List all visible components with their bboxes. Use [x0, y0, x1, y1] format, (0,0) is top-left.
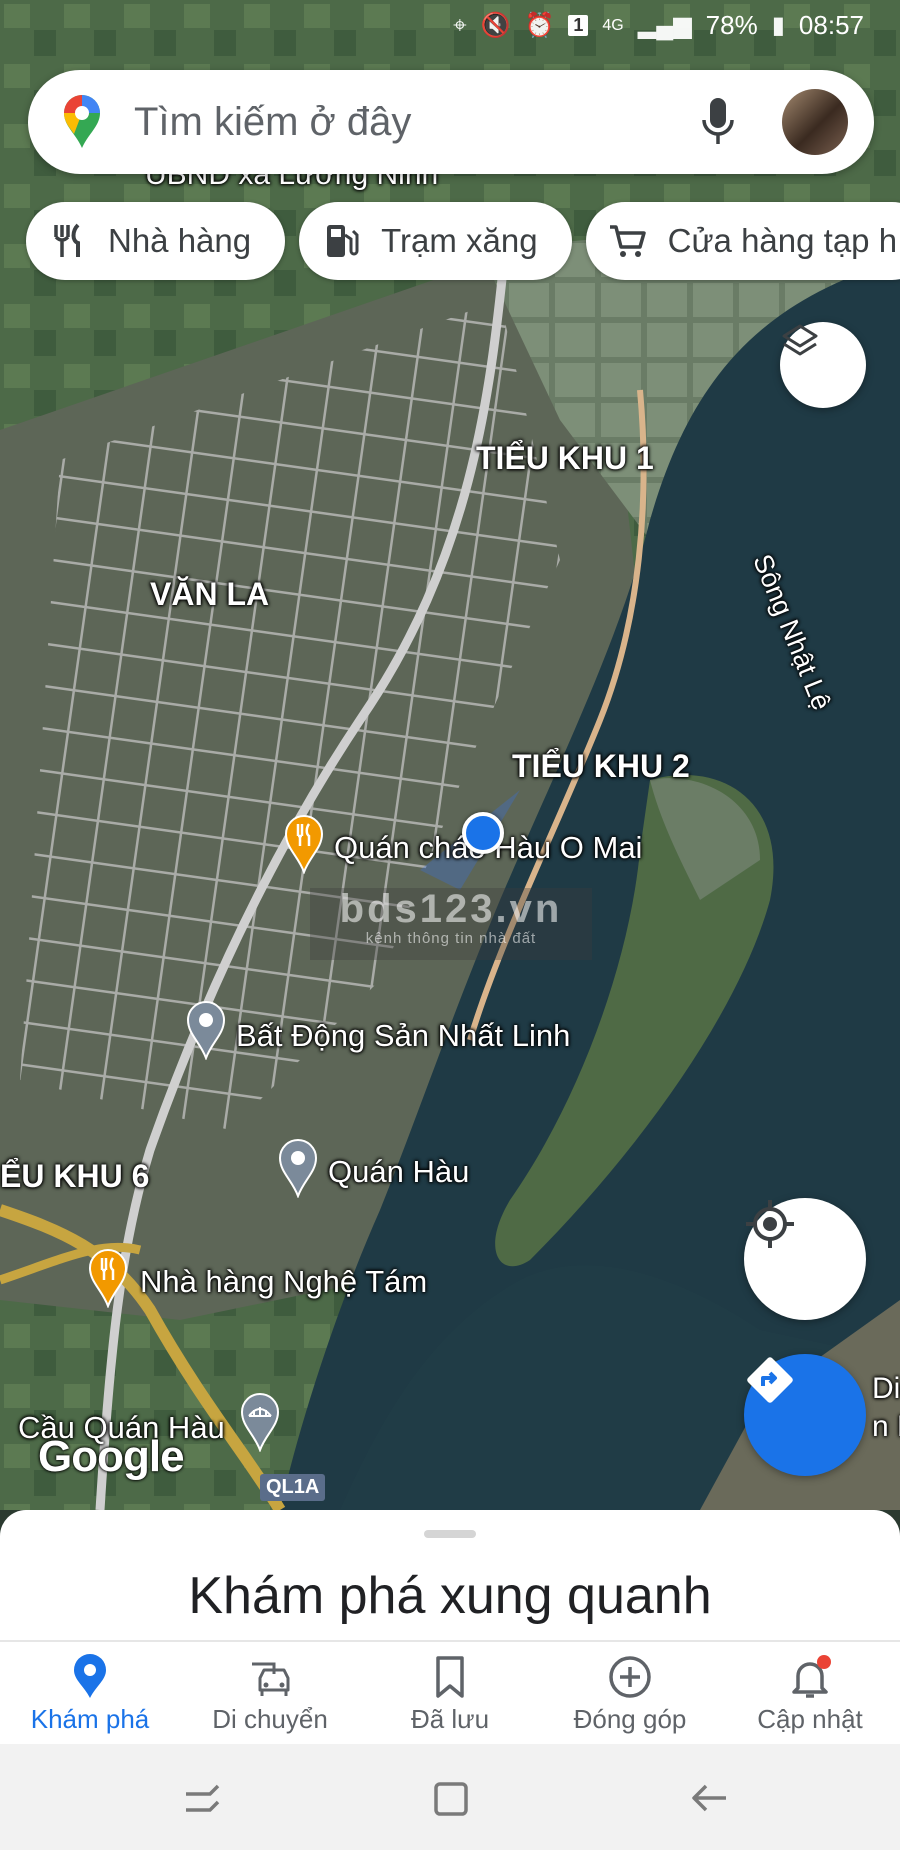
location-pin-icon	[74, 1654, 106, 1698]
watermark-tagline: kênh thông tin nhà đất	[365, 930, 537, 947]
bottom-sheet[interactable]: Khám phá xung quanh	[0, 1510, 900, 1640]
watermark: bds123.vn kênh thông tin nhà đất	[310, 888, 592, 960]
tab-label: Đóng góp	[573, 1704, 687, 1734]
search-bar[interactable]: Tìm kiếm ở đây	[28, 70, 874, 174]
signal-icon: ▂▄▆	[637, 12, 692, 39]
restaurant-marker-icon[interactable]	[88, 1248, 128, 1308]
search-input[interactable]: Tìm kiếm ở đây	[134, 100, 700, 145]
back-icon[interactable]	[686, 1778, 730, 1818]
avatar[interactable]	[782, 89, 848, 155]
place-marker-icon[interactable]	[186, 1000, 226, 1060]
place-marker-icon[interactable]	[278, 1138, 318, 1198]
mute-icon: 🔇	[480, 12, 511, 39]
battery-percent: 78%	[705, 10, 758, 40]
category-chips: Nhà hàng Trạm xăng Cửa hàng tạp h	[26, 202, 900, 280]
area-label-tieu-khu-1: TIỂU KHU 1	[476, 440, 654, 476]
plus-circle-icon	[609, 1656, 651, 1698]
tab-updates[interactable]: Cập nhật	[720, 1642, 900, 1746]
tab-commute[interactable]: Di chuyển	[180, 1642, 360, 1746]
poi-nha-hang-nghe-tam[interactable]: Nhà hàng Nghệ Tám	[140, 1264, 427, 1300]
tab-explore[interactable]: Khám phá	[0, 1642, 180, 1746]
chip-label: Nhà hàng	[108, 222, 252, 259]
tab-label: Di chuyển	[212, 1704, 328, 1734]
google-logo: Google	[38, 1432, 185, 1481]
area-label-van-la: VĂN LA	[150, 576, 270, 612]
poi-edge-n: n N	[872, 1410, 900, 1443]
tab-contribute[interactable]: Đóng góp	[540, 1642, 720, 1746]
watermark-domain: bds123.vn	[339, 887, 563, 931]
bottom-navigation: Khám phá Di chuyển Đã lưu Đóng góp Cập n…	[0, 1640, 900, 1746]
poi-bat-dong-san[interactable]: Bất Động Sản Nhất Linh	[236, 1018, 570, 1054]
microphone-icon[interactable]	[700, 96, 736, 148]
poi-edge-dien: Diện	[872, 1372, 900, 1405]
restaurant-marker-icon[interactable]	[284, 814, 324, 874]
chip-gas-stations[interactable]: Trạm xăng	[299, 202, 572, 280]
fork-knife-icon	[54, 223, 80, 257]
my-location-button[interactable]	[744, 1198, 866, 1320]
crosshair-icon	[746, 1200, 794, 1248]
chip-label: Cửa hàng tạp h	[667, 222, 898, 259]
area-label-tieu-khu-2: TIỂU KHU 2	[512, 748, 690, 784]
chip-label: Trạm xăng	[381, 222, 538, 259]
directions-button[interactable]	[744, 1354, 866, 1476]
home-icon[interactable]	[432, 1778, 472, 1818]
drag-handle[interactable]	[424, 1530, 476, 1538]
bridge-marker-icon[interactable]	[240, 1392, 280, 1452]
battery-icon: ▮	[771, 12, 785, 39]
bell-icon	[792, 1655, 831, 1698]
sim-badge: 1	[568, 15, 589, 36]
clock: 08:57	[798, 10, 864, 40]
status-bar: ⌖ 🔇 ⏰ 1 4G ▂▄▆ 78% ▮ 08:57	[0, 0, 900, 56]
network-type: 4G	[602, 16, 624, 34]
chip-grocery[interactable]: Cửa hàng tạp h	[585, 202, 900, 280]
area-label-tieu-khu-6: ỂU KHU 6	[0, 1158, 150, 1194]
alarm-icon: ⏰	[524, 12, 555, 39]
sheet-title: Khám phá xung quanh	[188, 1567, 712, 1625]
tab-label: Cập nhật	[757, 1704, 863, 1734]
tab-label: Đã lưu	[410, 1704, 490, 1734]
layers-icon	[782, 324, 818, 356]
poi-quan-hau[interactable]: Quán Hàu	[328, 1154, 469, 1190]
car-icon	[252, 1662, 290, 1696]
tab-saved[interactable]: Đã lưu	[360, 1642, 540, 1746]
gas-station-icon	[327, 225, 359, 257]
bookmark-icon	[436, 1656, 464, 1698]
maps-logo-icon	[64, 95, 100, 148]
layers-button[interactable]	[780, 322, 866, 408]
chip-restaurants[interactable]: Nhà hàng	[26, 202, 286, 280]
directions-icon	[747, 1357, 793, 1403]
location-status-icon: ⌖	[453, 11, 467, 39]
tab-label: Khám phá	[30, 1704, 150, 1734]
my-location-dot	[462, 812, 504, 854]
recent-apps-icon[interactable]	[180, 1780, 224, 1820]
road-shield-ql1a: QL1A	[260, 1474, 326, 1501]
cart-icon	[609, 225, 646, 257]
system-navigation-bar	[0, 1744, 900, 1850]
